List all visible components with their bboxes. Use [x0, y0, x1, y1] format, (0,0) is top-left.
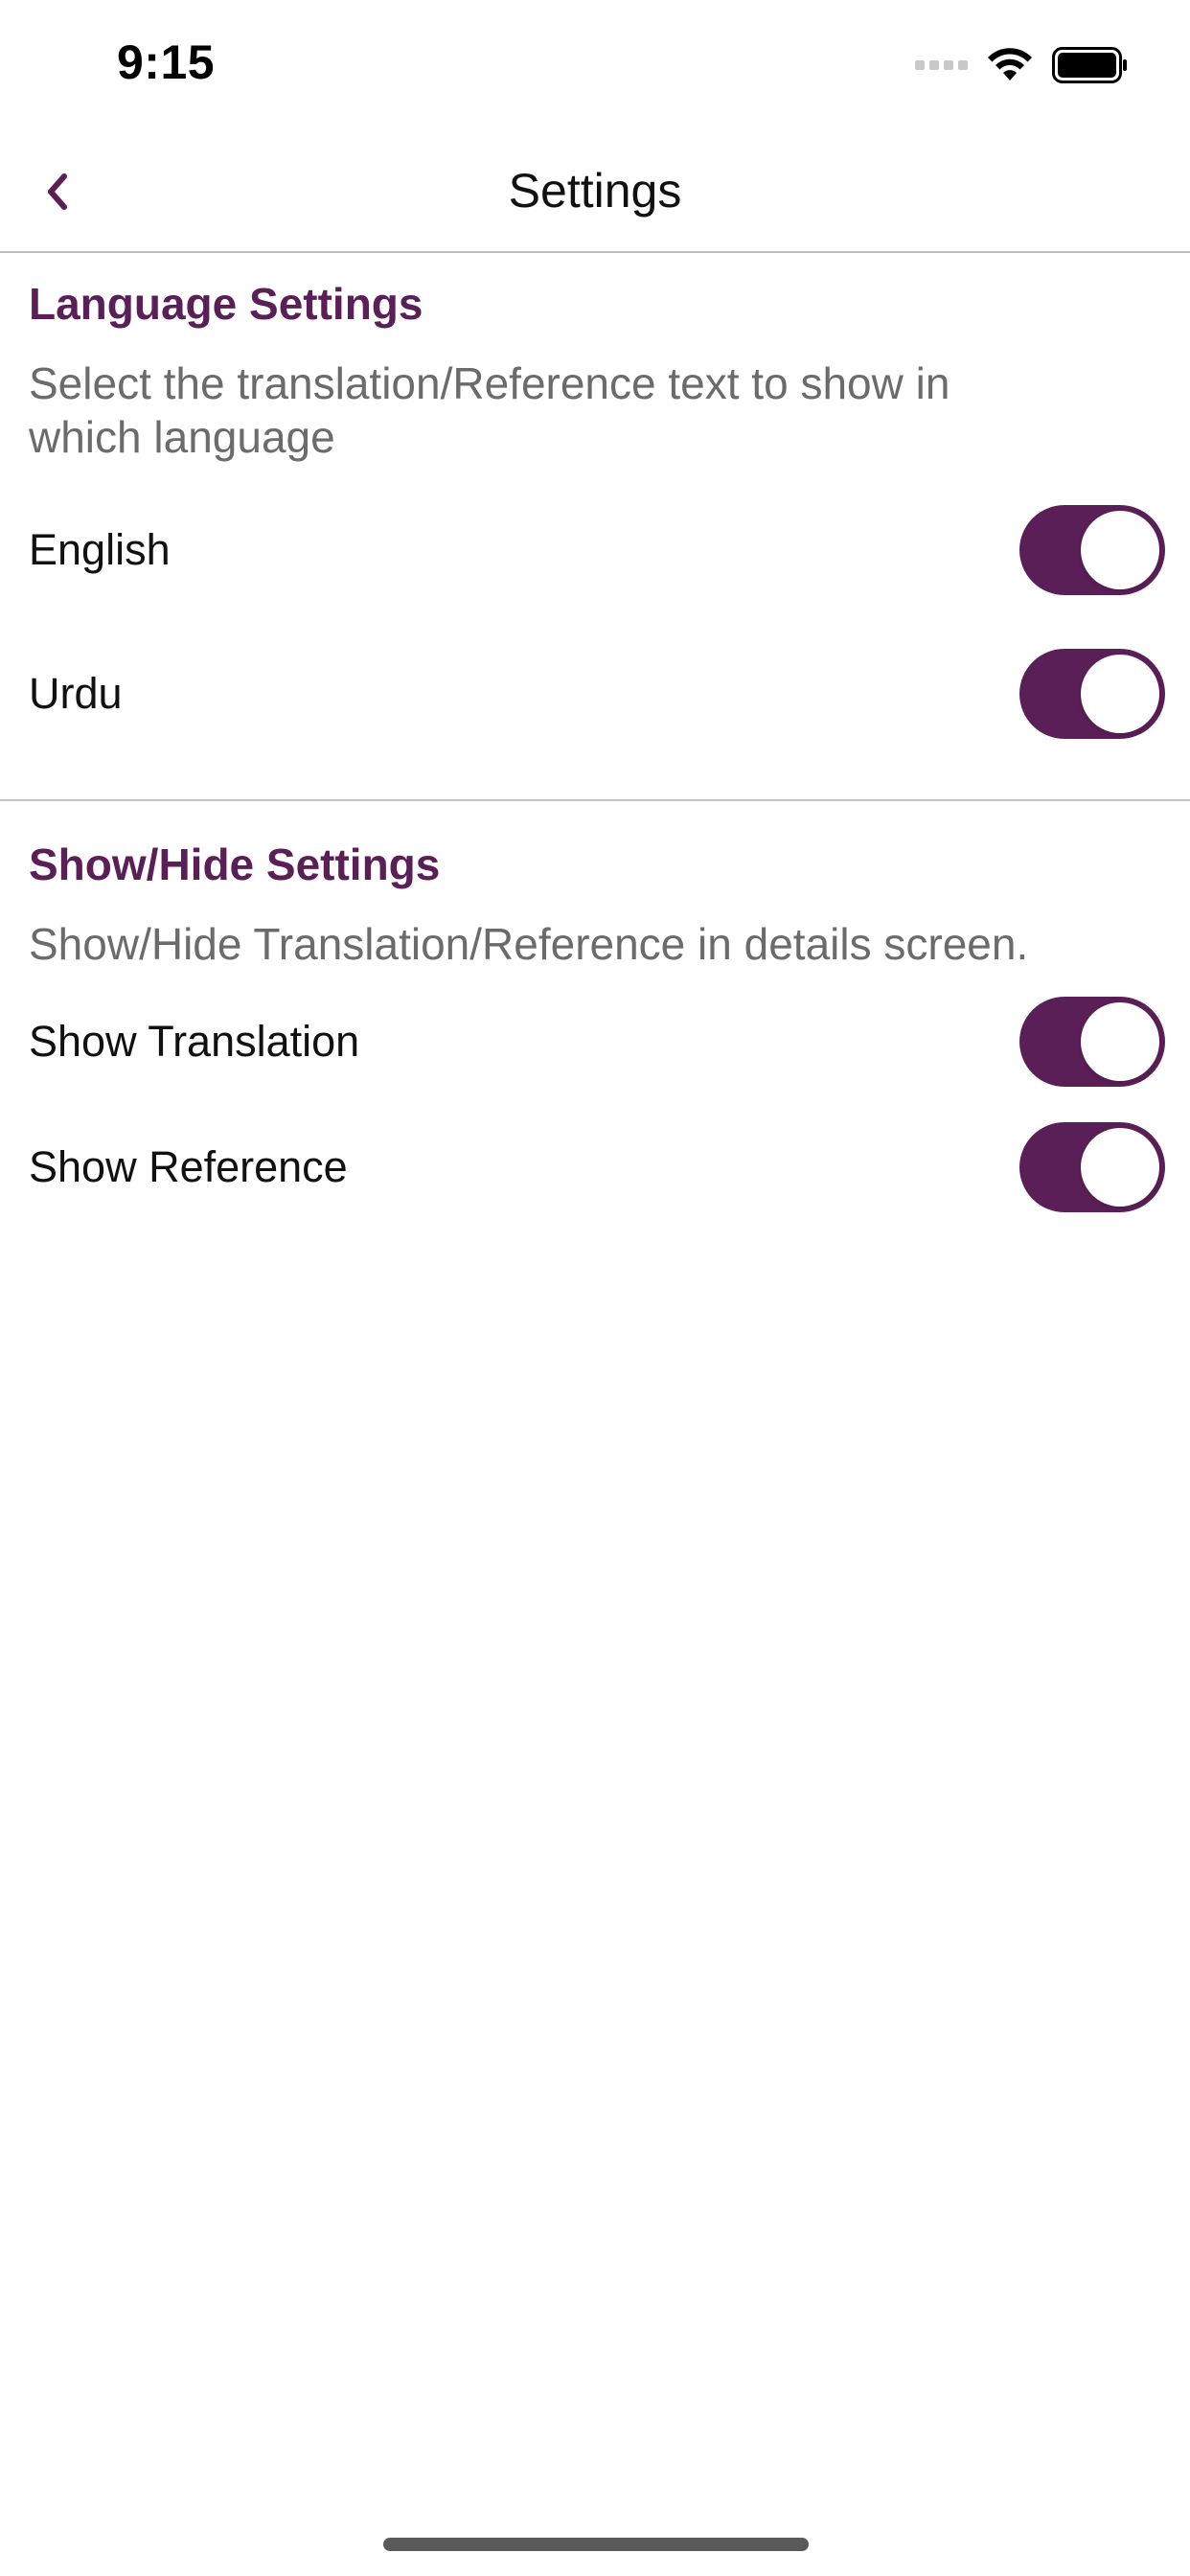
status-bar: 9:15: [0, 0, 1190, 134]
language-settings-title: Language Settings: [29, 279, 423, 329]
show-reference-label: Show Reference: [29, 1142, 348, 1191]
toggle-knob: [1081, 655, 1159, 733]
home-indicator[interactable]: [383, 2538, 809, 2551]
navigation-bar: Settings: [0, 134, 1190, 253]
battery-icon: [1052, 47, 1127, 83]
status-time: 9:15: [117, 35, 216, 89]
toggle-knob: [1081, 511, 1159, 589]
show-translation-label: Show Translation: [29, 1017, 360, 1066]
english-label: English: [29, 525, 171, 574]
show-reference-toggle[interactable]: [1019, 1122, 1165, 1212]
showhide-settings-title: Show/Hide Settings: [29, 840, 441, 889]
show-translation-toggle[interactable]: [1019, 997, 1165, 1087]
page-title: Settings: [508, 164, 682, 218]
section-divider: [0, 799, 1190, 801]
signal-icon: [915, 60, 968, 70]
language-settings-description: Select the translation/Reference text to…: [29, 358, 950, 462]
status-icons: [915, 44, 1129, 86]
wifi-icon: [988, 48, 1032, 80]
english-toggle[interactable]: [1019, 505, 1165, 595]
toggle-knob: [1081, 1002, 1159, 1081]
toggle-knob: [1081, 1128, 1159, 1207]
showhide-settings-description: Show/Hide Translation/Reference in detai…: [29, 919, 1029, 969]
urdu-label: Urdu: [29, 669, 123, 718]
urdu-toggle[interactable]: [1019, 649, 1165, 739]
